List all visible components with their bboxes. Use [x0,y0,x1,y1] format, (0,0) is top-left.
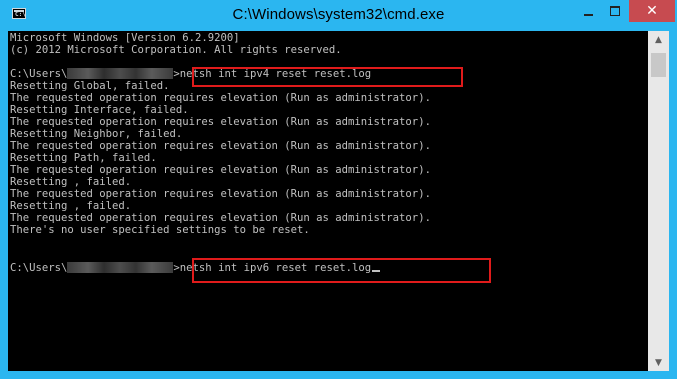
console-line: Resetting Global, failed. [10,80,170,92]
highlight-box-ipv6 [192,258,491,283]
title-bar[interactable]: C:\ C:\Windows\system32\cmd.exe ✕ [0,0,677,31]
minimize-button[interactable] [575,0,601,22]
chevron-up-icon: ▲ [655,34,662,45]
vertical-scrollbar[interactable]: ▲ ▼ [648,31,669,371]
console-line: Resetting Interface, failed. [10,104,189,116]
console-line: Resetting Path, failed. [10,152,157,164]
console-output[interactable]: Microsoft Windows [Version 6.2.9200] (c)… [8,31,648,371]
console-line: Resetting , failed. [10,176,132,188]
scroll-down-button[interactable]: ▼ [648,354,669,371]
console-line: The requested operation requires elevati… [10,188,431,200]
console-line: The requested operation requires elevati… [10,140,431,152]
highlight-box-ipv4 [192,67,463,87]
console-line: The requested operation requires elevati… [10,212,431,224]
redacted-username [67,68,174,79]
maximize-icon [610,6,620,16]
maximize-button[interactable] [602,0,628,22]
redacted-username [67,262,174,273]
scroll-thumb[interactable] [651,53,666,77]
console-line: Microsoft Windows [Version 6.2.9200] [10,32,240,44]
console-line: The requested operation requires elevati… [10,92,431,104]
prompt-prefix: C:\Users\ [10,262,68,274]
close-button[interactable]: ✕ [629,0,675,22]
minimize-icon [583,14,593,16]
console-line: The requested operation requires elevati… [10,116,431,128]
console-line: Resetting , failed. [10,200,132,212]
console-line: The requested operation requires elevati… [10,164,431,176]
console-line: (c) 2012 Microsoft Corporation. All righ… [10,44,342,56]
chevron-down-icon: ▼ [655,357,662,368]
scroll-up-button[interactable]: ▲ [648,31,669,48]
console-line: Resetting Neighbor, failed. [10,128,183,140]
prompt-prefix: C:\Users\ [10,68,68,80]
cmd-window: C:\ C:\Windows\system32\cmd.exe ✕ Micros… [0,0,677,379]
console-line: There's no user specified settings to be… [10,224,310,236]
close-icon: ✕ [646,3,658,19]
